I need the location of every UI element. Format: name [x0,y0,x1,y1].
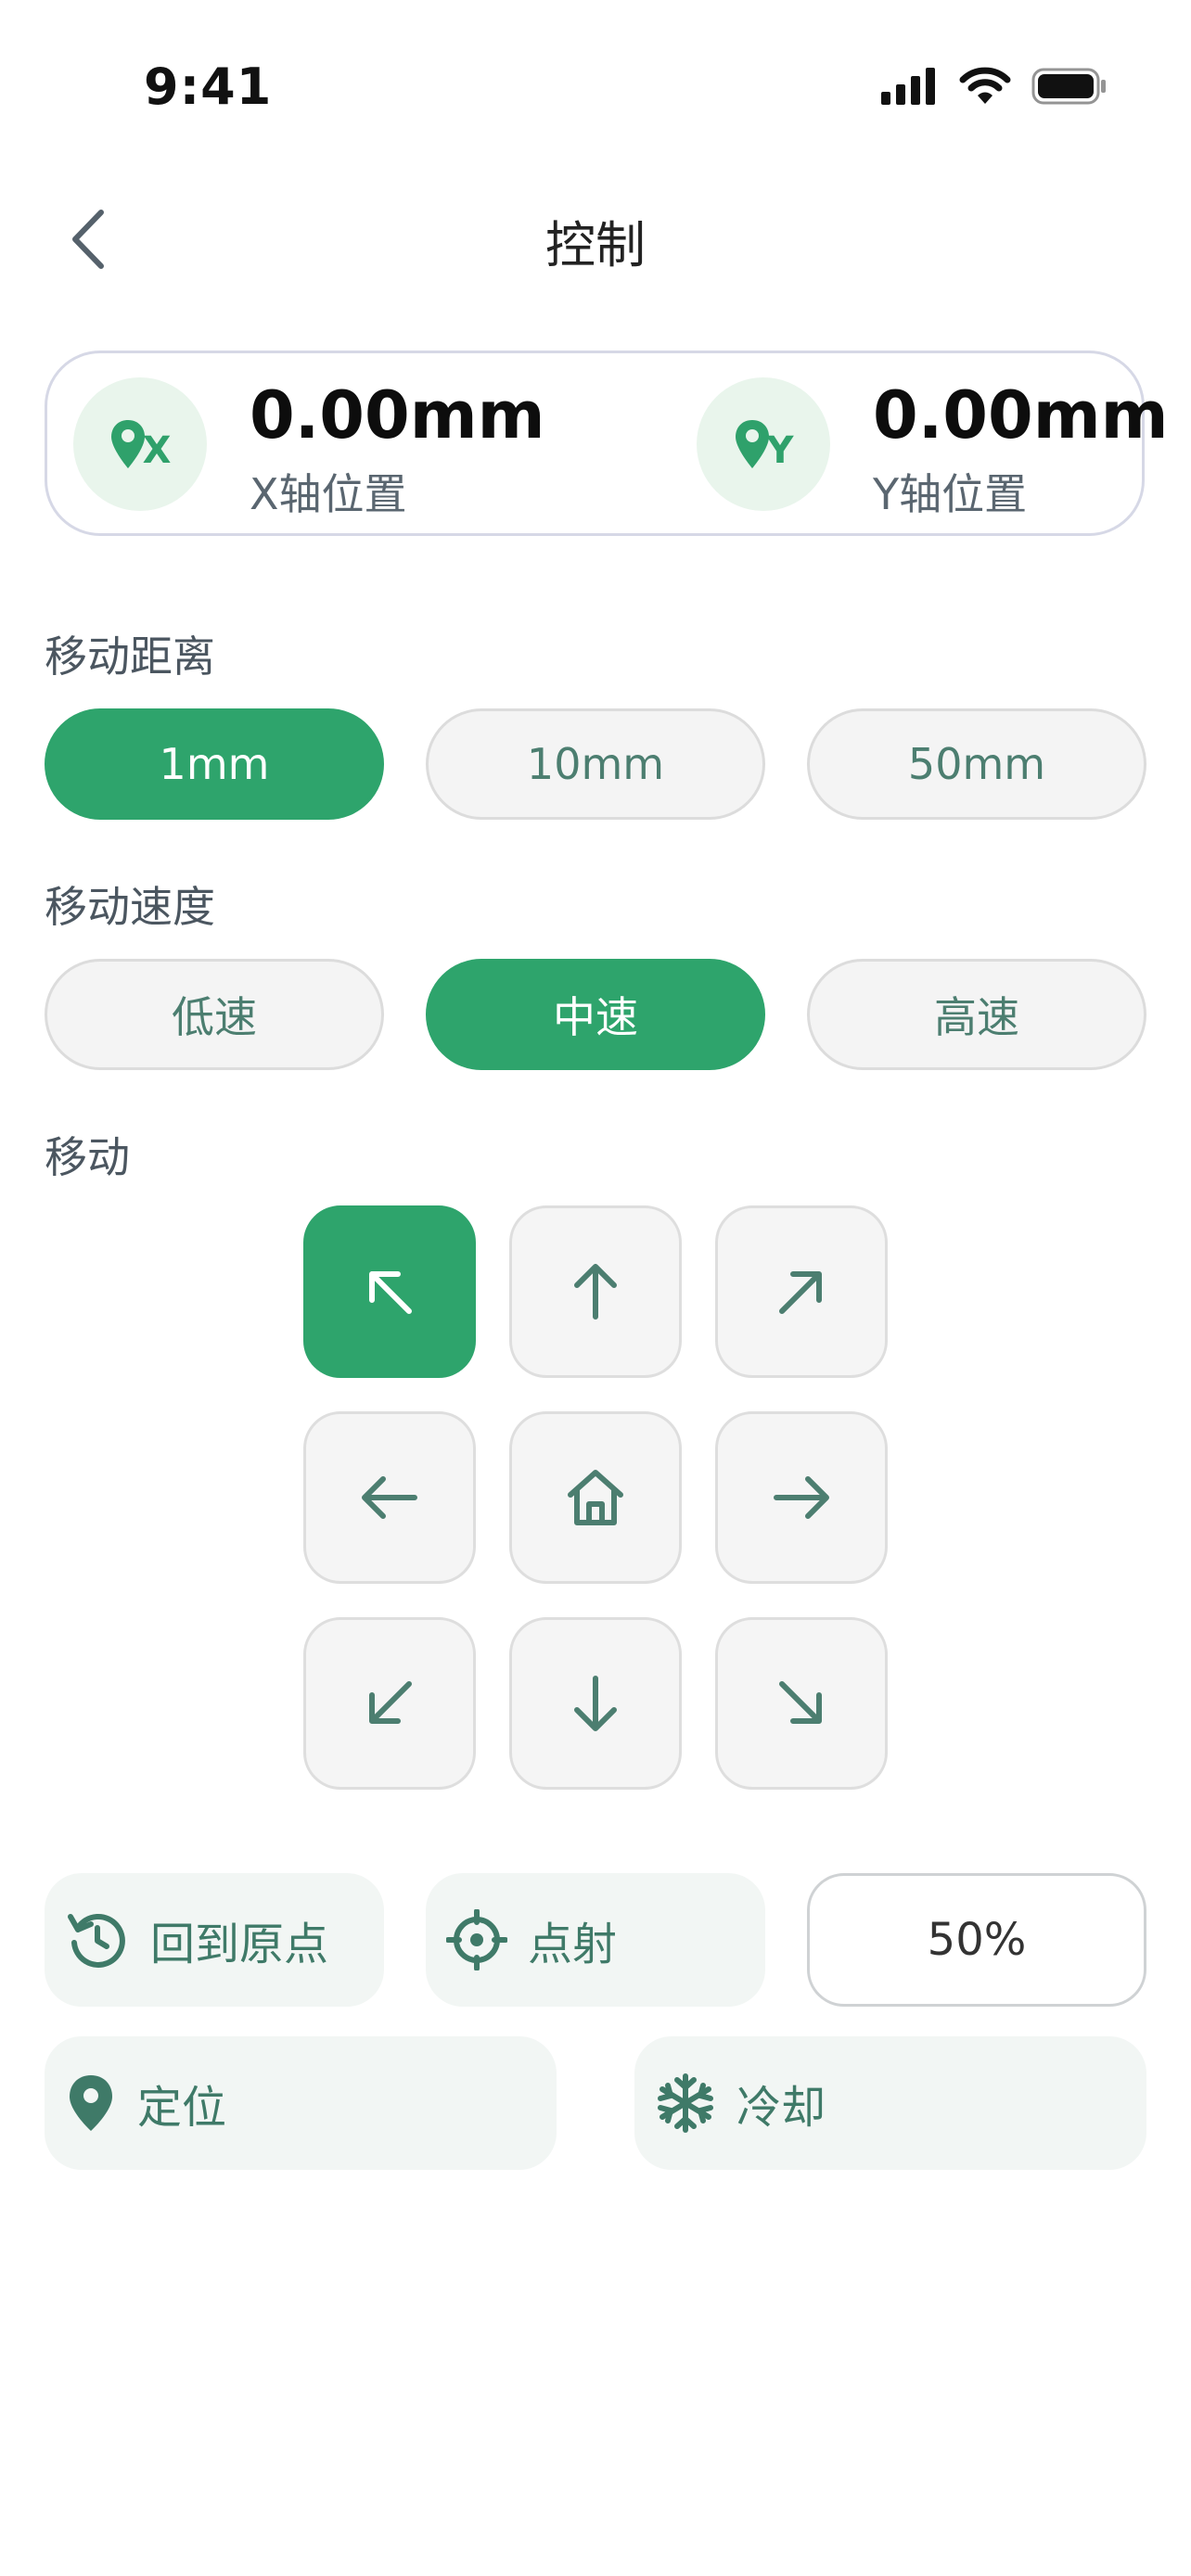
locate-button[interactable]: 定位 [45,2036,557,2170]
move-left-button[interactable] [303,1411,476,1584]
speed-option-high[interactable]: 高速 [807,959,1146,1070]
reset-icon [65,1907,130,1972]
left-arrow-icon [362,1476,417,1519]
up-right-arrow-icon [779,1271,822,1314]
down-right-arrow-icon [779,1681,822,1724]
battery-icon [1031,68,1106,105]
position-card: X 0.00mm X轴位置 Y 0.00mm Y轴位置 [45,351,1169,536]
speed-selector: 低速 中速 高速 [45,959,1146,1070]
up-arrow-icon [574,1264,617,1320]
x-position-value: 0.00mm [250,377,545,453]
x-axis-badge: X [73,377,207,511]
move-home-button[interactable] [509,1411,682,1584]
location-pin-icon [110,420,145,468]
y-axis-badge: Y [697,377,830,511]
move-up-left-button[interactable] [303,1205,476,1378]
down-left-arrow-icon [369,1681,412,1724]
snowflake-icon [655,2072,716,2134]
up-left-arrow-icon [369,1271,412,1314]
right-arrow-icon [774,1476,829,1519]
move-up-right-button[interactable] [715,1205,888,1378]
speed-option-medium[interactable]: 中速 [426,959,765,1070]
down-arrow-icon [574,1676,617,1731]
fire-button[interactable]: 点射 [426,1873,765,2007]
locate-label: 定位 [137,2082,227,2134]
location-pin-icon [735,420,769,468]
cooling-label: 冷却 [736,2082,826,2134]
status-time: 9:41 [144,57,273,116]
status-bar: 9:41 [0,0,1191,176]
y-position-value: 0.00mm [873,377,1169,453]
x-position-label: X轴位置 [250,469,407,519]
home-icon [568,1470,623,1525]
page-title: 控制 [545,216,646,274]
power-input[interactable]: 50% [807,1873,1146,2007]
move-down-button[interactable] [509,1617,682,1790]
cellular-signal-icon [881,68,935,105]
status-icons [881,67,1108,106]
distance-option-10mm[interactable]: 10mm [426,708,765,820]
y-position-label: Y轴位置 [873,469,1028,519]
return-home-button[interactable]: 回到原点 [45,1873,384,2007]
x-axis-letter: X [142,429,172,472]
distance-section-title: 移动距离 [45,631,215,682]
location-pin-icon [65,2072,117,2134]
move-down-right-button[interactable] [715,1617,888,1790]
speed-section-title: 移动速度 [45,882,215,932]
crosshair-icon [446,1909,507,1970]
nav-bar: 控制 [0,185,1191,287]
distance-option-1mm[interactable]: 1mm [45,708,384,820]
wifi-icon [959,67,1011,104]
distance-selector: 1mm 10mm 50mm [45,708,1146,820]
distance-option-50mm[interactable]: 50mm [807,708,1146,820]
direction-pad [303,1205,888,1790]
cooling-button[interactable]: 冷却 [634,2036,1146,2170]
move-up-button[interactable] [509,1205,682,1378]
return-home-label: 回到原点 [150,1919,329,1970]
speed-option-low[interactable]: 低速 [45,959,384,1070]
move-down-left-button[interactable] [303,1617,476,1790]
fire-label: 点射 [528,1919,618,1970]
y-axis-letter: Y [766,429,794,472]
move-section-title: 移动 [45,1132,130,1182]
move-right-button[interactable] [715,1411,888,1584]
